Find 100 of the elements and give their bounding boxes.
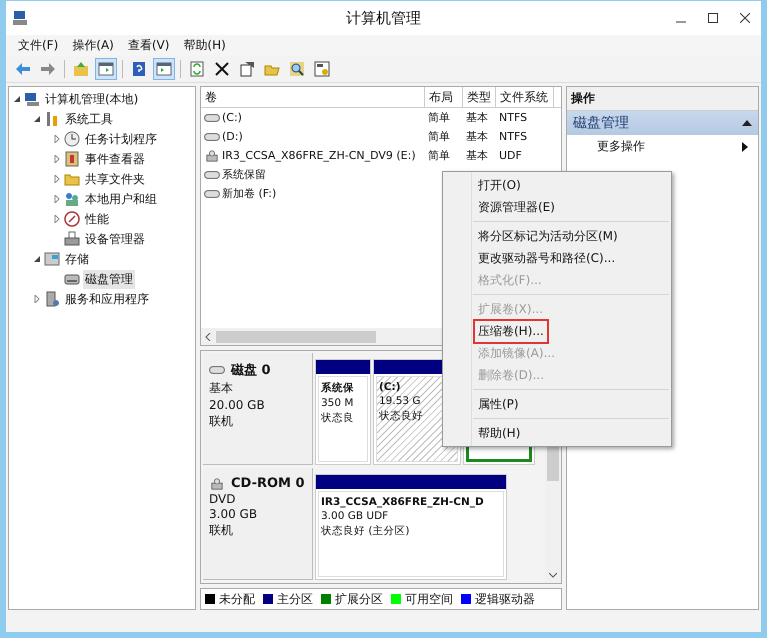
tree-item[interactable]: 计算机管理(本地) — [43, 90, 140, 108]
table-cell-text: 基本 — [465, 110, 489, 125]
partition-detail: 状态良 — [321, 411, 355, 425]
table-cell: (C:) — [222, 111, 242, 124]
menu-item[interactable]: 资源管理器(E) — [473, 194, 560, 220]
disk-detail: 联机 — [209, 413, 234, 430]
column-header[interactable]: 布局 — [425, 87, 463, 107]
menu-item[interactable]: 帮助(H) — [177, 35, 232, 56]
tree-pane-icon[interactable] — [95, 58, 117, 80]
scroll-left-icon[interactable] — [204, 332, 212, 340]
submenu-arrow-icon — [742, 142, 748, 152]
tree-item[interactable]: 共享文件夹 — [83, 170, 147, 188]
disk-drive-icon — [204, 168, 220, 180]
column-header[interactable]: 卷 — [201, 87, 425, 107]
menu-item[interactable]: 更改驱动器号和路径(C)... — [473, 246, 620, 270]
expand-arrow-icon[interactable] — [53, 195, 61, 203]
legend-label: 可用空间 — [405, 590, 453, 608]
table-cell-text: 简单 — [427, 129, 451, 144]
partition-detail: 19.53 G — [379, 395, 422, 407]
partition-detail: 350 M — [321, 397, 354, 409]
legend-label: 扩展分区 — [335, 590, 383, 608]
action-pane-icon[interactable] — [153, 58, 175, 80]
legend-label: 主分区 — [277, 590, 313, 608]
table-cell-text: 基本 — [465, 129, 489, 144]
table-cell-text: 简单 — [427, 110, 451, 125]
menu-item[interactable]: 打开(O) — [473, 172, 526, 198]
log-icon — [64, 151, 80, 167]
server-icon — [44, 291, 60, 307]
table-cell: 新加卷 (F:) — [222, 186, 276, 201]
partition-block[interactable]: IR3_CCSA_X86FRE_ZH-CN_D 3.00 GB UDF 状态良好 (主分区) — [315, 474, 507, 580]
partition-detail: 3.00 GB UDF — [321, 510, 390, 522]
tree-item[interactable]: 事件查看器 — [83, 150, 147, 168]
expand-arrow-icon[interactable] — [33, 295, 41, 303]
menu-item[interactable]: 属性(P) — [473, 392, 524, 416]
printer-icon — [64, 231, 80, 247]
expand-arrow-icon[interactable] — [53, 155, 61, 163]
expand-arrow-icon[interactable] — [53, 135, 61, 143]
disk-detail: 基本 — [209, 380, 234, 397]
disk-detail: 联机 — [209, 522, 234, 539]
disk-drive-icon — [204, 188, 220, 200]
disk-detail: 20.00 GB — [209, 398, 266, 412]
table-cell-text: UDF — [498, 149, 523, 162]
partition-bar — [316, 360, 370, 374]
tools-icon — [44, 111, 60, 127]
disk-drive-icon — [209, 364, 225, 376]
table-cell-text: NTFS — [498, 111, 528, 124]
menu-item[interactable]: 操作(A) — [66, 35, 120, 56]
section-header[interactable]: 磁盘管理 — [567, 111, 758, 135]
gauge-icon — [64, 211, 80, 227]
clock-icon — [64, 131, 80, 147]
table-cell: IR3_CCSA_X86FRE_ZH-CN_DV9 (E:) — [222, 149, 416, 162]
disk-detail: 3.00 GB — [209, 507, 258, 521]
tree-item[interactable]: 磁盘管理 — [83, 270, 135, 288]
menu-item[interactable]: 文件(F) — [12, 35, 64, 56]
pane-header: 操作 — [567, 87, 758, 111]
tree-item[interactable]: 设备管理器 — [83, 230, 147, 248]
column-header[interactable]: 类型 — [463, 87, 496, 107]
collapse-arrow-icon[interactable] — [742, 120, 752, 126]
window-title: 计算机管理 — [346, 8, 421, 28]
table-cell: 系统保留 — [222, 167, 266, 182]
users-icon — [64, 191, 80, 207]
menu-item[interactable]: 查看(V) — [122, 35, 176, 56]
legend-label: 未分配 — [219, 590, 255, 608]
expand-arrow-icon[interactable] — [53, 215, 61, 223]
column-header[interactable]: 文件系统 — [496, 87, 554, 107]
computer-icon — [12, 10, 28, 26]
tree-item[interactable]: 本地用户和组 — [83, 190, 159, 208]
disk-name: 磁盘 0 — [231, 362, 271, 379]
expand-arrow-icon[interactable] — [53, 175, 61, 183]
scroll-down-icon[interactable] — [549, 571, 557, 579]
partition-detail: 状态良好 (主分区) — [321, 524, 411, 538]
menu-item[interactable]: 将分区标记为活动分区(M) — [473, 224, 623, 248]
table-cell: (D:) — [222, 130, 243, 143]
legend-label: 逻辑驱动器 — [475, 590, 535, 608]
tree-item[interactable]: 性能 — [83, 210, 111, 228]
menu-item[interactable]: 压缩卷(H)... — [473, 318, 549, 344]
action-item[interactable]: 更多操作 — [597, 138, 645, 155]
partition-block[interactable]: 系统保 350 M 状态良 — [315, 359, 371, 465]
computer-icon — [24, 91, 40, 107]
disk-name: CD-ROM 0 — [231, 476, 305, 491]
collapse-arrow-icon[interactable] — [33, 255, 41, 263]
cd-drive-icon — [204, 150, 220, 162]
tree-item[interactable]: 服务和应用程序 — [63, 290, 151, 308]
partition-detail: 状态良好 — [379, 409, 424, 423]
partition-name: IR3_CCSA_X86FRE_ZH-CN_D — [321, 496, 485, 508]
disk-info-panel[interactable]: CD-ROM 0 DVD 3.00 GB 联机 — [203, 468, 313, 580]
disk-drive-icon — [204, 130, 220, 142]
close-icon — [740, 13, 750, 23]
tree-item[interactable]: 系统工具 — [63, 110, 115, 128]
collapse-arrow-icon[interactable] — [33, 115, 41, 123]
table-cell-text: 简单 — [427, 148, 451, 163]
tree-item[interactable]: 任务计划程序 — [83, 130, 159, 148]
collapse-arrow-icon[interactable] — [13, 95, 21, 103]
disk-detail: DVD — [209, 492, 236, 506]
disk-info-panel[interactable]: 磁盘 0 基本 20.00 GB 联机 — [203, 353, 313, 465]
table-cell-text: 基本 — [465, 148, 489, 163]
tree-item[interactable]: 存储 — [63, 250, 91, 268]
minimize-icon — [676, 21, 686, 23]
table-cell-text: NTFS — [498, 130, 528, 143]
partition-name: (C:) — [379, 381, 402, 393]
